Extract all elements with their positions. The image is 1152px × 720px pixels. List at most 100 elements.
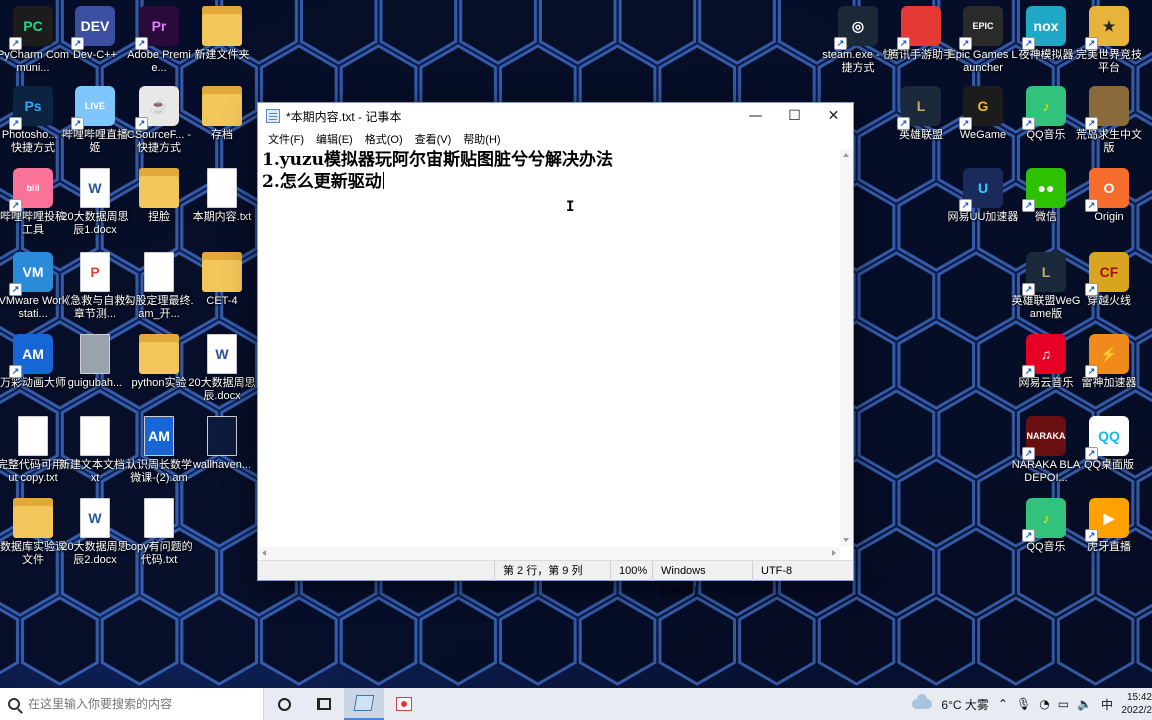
desktop-icon[interactable]: ♫ ↗ 网易云音乐: [1014, 334, 1078, 390]
desktop-icon[interactable]: ◎ ↗ steam.exe - 快捷方式: [822, 6, 894, 75]
scroll-right-icon[interactable]: [832, 550, 836, 556]
shortcut-arrow-icon: ↗: [135, 37, 148, 50]
desktop-icon[interactable]: wallhaven...: [190, 416, 254, 472]
desktop-icon[interactable]: QQ ↗ QQ桌面版: [1077, 416, 1141, 472]
folder-icon: [202, 252, 242, 292]
desktop-icon[interactable]: ⚡ ↗ 雷神加速器: [1077, 334, 1141, 390]
desktop-icon[interactable]: copy有问题的代码.txt: [125, 498, 193, 567]
desktop-icon[interactable]: ☕ ↗ CSourceF... - 快捷方式: [127, 86, 191, 155]
desktop-icon-label: 荒岛求生中文版: [1076, 129, 1142, 154]
scroll-left-icon[interactable]: [262, 550, 266, 556]
desktop-icon[interactable]: python实验: [127, 334, 191, 390]
vmware-icon: VM ↗: [9, 252, 53, 296]
shortcut-arrow-icon: ↗: [1022, 283, 1035, 296]
desktop-icon[interactable]: Pr ↗ Adobe Premie...: [127, 6, 191, 75]
menu-help[interactable]: 帮助(H): [457, 131, 506, 147]
status-position: 第 2 行，第 9 列: [494, 560, 610, 581]
close-button[interactable]: ✕: [814, 103, 853, 129]
weather-text[interactable]: 6°C 大雾: [936, 696, 993, 713]
desktop-icon[interactable]: ●● ↗ 微信: [1014, 168, 1078, 224]
desktop-icon[interactable]: O ↗ Origin: [1077, 168, 1141, 224]
hexagon-tile: [419, 596, 497, 686]
desktop-icon[interactable]: ↗ 腾讯手游助手: [888, 6, 954, 62]
battery-icon[interactable]: ▭: [1054, 697, 1073, 711]
maximize-button[interactable]: ☐: [775, 103, 814, 129]
text-editor[interactable]: 1.yuzu模拟器玩阿尔宙斯贴图脏兮兮解决办法 2.怎么更新驱动: [258, 149, 840, 546]
desktop-icon[interactable]: P 《急救与自救》章节测...: [59, 252, 131, 321]
desktop-icon[interactable]: LIVE ↗ 哔哩哔哩直播姬: [62, 86, 128, 155]
taskbar-recorder-button[interactable]: [384, 688, 424, 720]
desktop-icon[interactable]: 完整代码可用but copy.txt: [0, 416, 69, 485]
desktop-icon[interactable]: 新建文本文档.txt: [59, 416, 131, 485]
desktop-icon[interactable]: Ps ↗ Photosho... - 快捷方式: [1, 86, 65, 155]
desktop-icon[interactable]: U ↗ 网易UU加速器: [948, 168, 1018, 224]
bilibili-live-icon: LIVE ↗: [71, 86, 115, 130]
menu-edit[interactable]: 编辑(E): [310, 131, 359, 147]
volume-icon[interactable]: 🔈: [1073, 697, 1096, 711]
desktop-icon[interactable]: CF ↗ 穿越火线: [1077, 252, 1141, 308]
desktop-icon[interactable]: ▶ ↗ 虎牙直播: [1077, 498, 1141, 554]
desktop-icon[interactable]: AM 认识周长数学微课-(2).am: [126, 416, 192, 485]
title-bar[interactable]: *本期内容.txt - 记事本 — ☐ ✕: [258, 103, 853, 129]
taskbar-search[interactable]: [0, 688, 264, 720]
desktop-icon[interactable]: guigubah...: [63, 334, 127, 390]
show-hidden-icons-chevron-icon[interactable]: ⌃: [994, 697, 1012, 711]
minimize-button[interactable]: —: [736, 103, 775, 129]
desktop-icon[interactable]: 本期内容.txt: [190, 168, 254, 224]
search-input[interactable]: [28, 697, 248, 711]
desktop-icon[interactable]: W 20大数据周思辰2.docx: [61, 498, 129, 567]
ime-indicator[interactable]: 中: [1096, 696, 1118, 713]
desktop-icon[interactable]: L ↗ 英雄联盟WeGame版: [1012, 252, 1080, 321]
shortcut-arrow-icon: ↗: [959, 117, 972, 130]
desktop-icon[interactable]: ↗ 荒岛求生中文版: [1076, 86, 1142, 155]
desktop-icon[interactable]: 存档: [190, 86, 254, 142]
vertical-scrollbar[interactable]: [840, 149, 853, 546]
cortana-button[interactable]: [264, 688, 304, 720]
notepad-window[interactable]: *本期内容.txt - 记事本 — ☐ ✕ 文件(F) 编辑(E) 格式(O) …: [257, 102, 854, 597]
desktop-icon[interactable]: 数据库实验课文件: [0, 498, 66, 567]
hexagon-tile: [817, 596, 896, 686]
desktop-icon[interactable]: W 20大数据周思辰.docx: [188, 334, 256, 403]
desktop-icon[interactable]: ★ ↗ 完美世界竞技平台: [1076, 6, 1142, 75]
desktop-icon[interactable]: bili ↗ 哔哩哔哩投稿工具: [0, 168, 66, 237]
scroll-up-icon[interactable]: [843, 153, 849, 157]
desktop-icon[interactable]: ♪ ↗ QQ音乐: [1014, 86, 1078, 142]
desktop-icon[interactable]: 捏脸: [127, 168, 191, 224]
folder-icon: [202, 86, 242, 126]
desktop-icon[interactable]: W 20大数据周思辰1.docx: [61, 168, 129, 237]
text-file-icon: [18, 416, 48, 456]
desktop-icon[interactable]: DEV ↗ Dev-C++: [63, 6, 127, 62]
hexagon-tile: [977, 596, 1055, 686]
desktop-icon[interactable]: PC ↗ PyCharm Communi...: [0, 6, 69, 75]
desktop-icon[interactable]: nox ↗ 夜神模拟器: [1014, 6, 1078, 62]
folder-icon: [13, 498, 53, 538]
desktop-icon[interactable]: 勾股定理最终.am_开...: [124, 252, 194, 321]
horizontal-scrollbar[interactable]: [258, 547, 840, 560]
network-icon[interactable]: ◔: [1035, 697, 1053, 711]
microphone-icon[interactable]: 🎙: [1012, 697, 1035, 711]
desktop-icon[interactable]: EPIC ↗ Epic Games Launcher: [948, 6, 1018, 75]
clock[interactable]: 15:42 2022/2: [1118, 691, 1152, 717]
desktop-icon[interactable]: 新建文件夹: [190, 6, 254, 62]
desktop-icon[interactable]: L ↗ 英雄联盟: [889, 86, 953, 142]
desktop-icon[interactable]: G ↗ WeGame: [951, 86, 1015, 142]
task-view-button[interactable]: [304, 688, 344, 720]
desktop-icon[interactable]: NARAKA ↗ NARAKA BLADEPOI...: [1012, 416, 1080, 485]
hexagon-tile: [339, 596, 418, 686]
desktop-icon[interactable]: VM ↗ VMware Workstati...: [0, 252, 67, 321]
system-tray: 6°C 大雾 ⌃ 🎙 ◔ ▭ 🔈 中 15:42 2022/2: [912, 688, 1152, 720]
menu-format[interactable]: 格式(O): [359, 131, 409, 147]
desktop-icon[interactable]: AM ↗ 万彩动画大师: [0, 334, 66, 390]
desktop-icon[interactable]: ♪ ↗ QQ音乐: [1014, 498, 1078, 554]
taskbar-notepad-button[interactable]: [344, 688, 384, 720]
shortcut-arrow-icon: ↗: [9, 117, 22, 130]
desktop-icon-label: 本期内容.txt: [192, 211, 252, 223]
hexagon-tile: [578, 596, 657, 686]
scroll-down-icon[interactable]: [843, 538, 849, 542]
desktop-icon[interactable]: CET-4: [190, 252, 254, 308]
shortcut-arrow-icon: ↗: [9, 365, 22, 378]
menu-file[interactable]: 文件(F): [262, 131, 310, 147]
wechat-icon: ●● ↗: [1022, 168, 1066, 212]
search-icon: [8, 698, 20, 710]
menu-view[interactable]: 查看(V): [409, 131, 458, 147]
